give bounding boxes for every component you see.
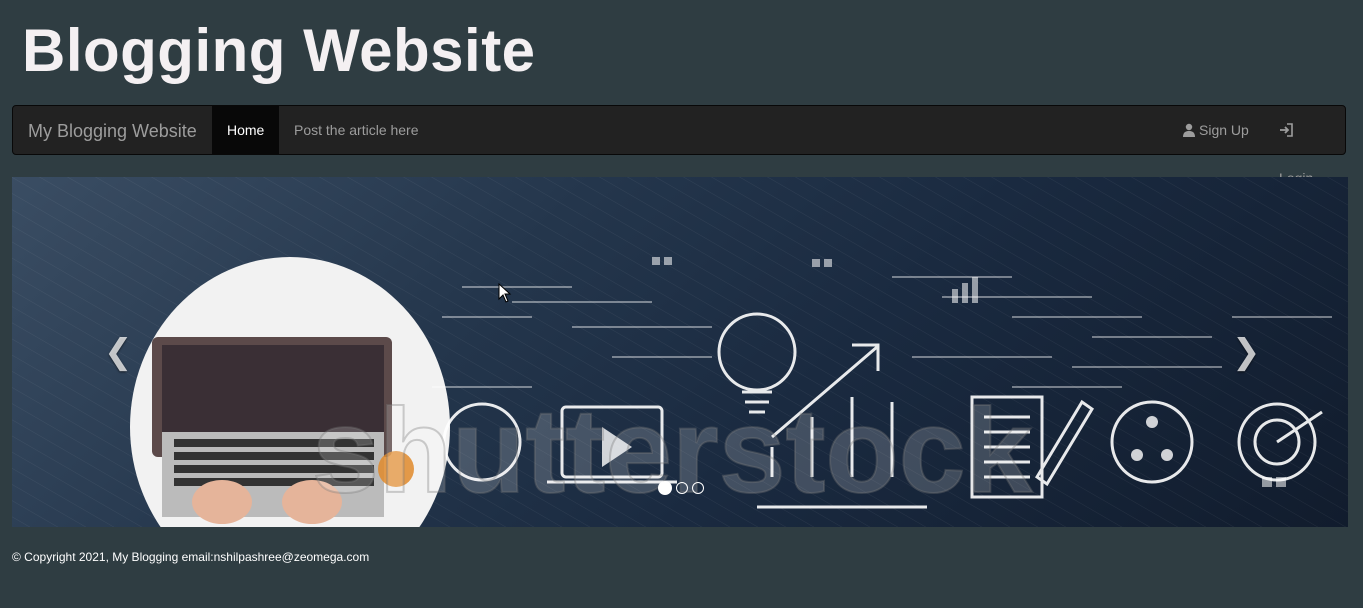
carousel-prev-control[interactable]: ❮	[104, 332, 133, 372]
site-title: Blogging Website	[22, 17, 536, 84]
footer-copyright: © Copyright 2021, My Blogging email:nshi…	[12, 550, 370, 564]
carousel-indicator-2[interactable]	[676, 481, 688, 494]
carousel-indicator-3[interactable]	[692, 481, 704, 494]
mouse-cursor-icon	[498, 283, 512, 303]
login-icon	[1280, 123, 1293, 137]
carousel-indicator-1[interactable]	[658, 480, 672, 495]
signup-label: Sign Up	[1199, 122, 1249, 138]
carousel-next-control[interactable]: ❯	[1232, 332, 1261, 372]
navbar-brand[interactable]: My Blogging Website	[28, 106, 197, 156]
nav-post-article[interactable]: Post the article here	[279, 106, 434, 154]
nav-home[interactable]: Home	[212, 106, 280, 154]
navbar: My Blogging Website Home Post the articl…	[12, 105, 1346, 186]
nav-signup[interactable]: Sign Up	[1167, 106, 1264, 154]
carousel-watermark: shutterstock	[312, 384, 1032, 518]
nav-login[interactable]: Login	[1264, 106, 1345, 186]
image-carousel[interactable]: shutterstock ❮ ❯	[12, 177, 1348, 527]
carousel-indicators	[658, 479, 708, 495]
user-icon	[1183, 123, 1195, 137]
carousel-slide-image: shutterstock	[12, 177, 1348, 527]
